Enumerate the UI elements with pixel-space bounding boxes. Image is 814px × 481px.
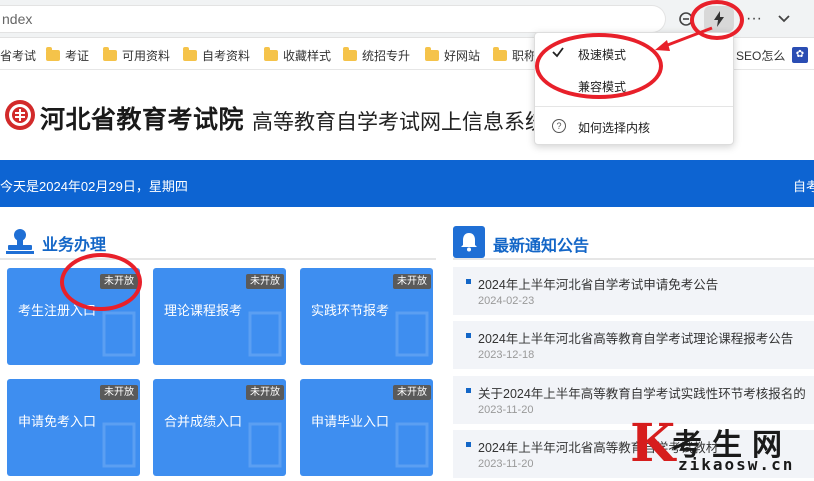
annotation-arrow [655, 26, 713, 51]
